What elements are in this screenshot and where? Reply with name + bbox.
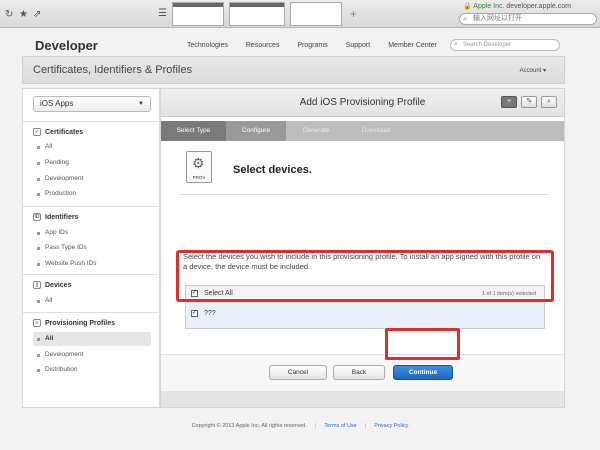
sidebar-item-app-ids[interactable]: App IDs (33, 226, 151, 240)
certificate-icon: ✓ (33, 128, 41, 136)
address-area: 🔒 Apple Inc. developer.apple.com ⌕ 输入网址以打… (455, 1, 600, 27)
cancel-button[interactable]: Cancel (269, 365, 327, 380)
nav-resources[interactable]: Resources (246, 42, 279, 49)
prov-label: PROV (192, 175, 206, 180)
nav-technologies[interactable]: Technologies (187, 42, 228, 49)
tab-thumbnail-3[interactable] (290, 2, 342, 26)
step-configure: Configure (226, 121, 286, 141)
section-heading: Select devices. (233, 164, 312, 176)
edit-icon[interactable]: ✎ (521, 96, 537, 108)
search-icon: ⌕ (463, 14, 468, 23)
step-select-type: Select Type (161, 121, 226, 141)
step-download: Download (361, 127, 391, 134)
sidebar-item-devices-all[interactable]: All (33, 294, 151, 308)
developer-logo[interactable]: Developer (30, 38, 98, 53)
page-title: Certificates, Identifiers & Profiles (33, 64, 192, 76)
sidebar-heading: Provisioning Profiles (45, 319, 116, 327)
step-generate: Generate (302, 127, 330, 134)
terms-link[interactable]: Terms of Use (324, 423, 356, 429)
device-list-highlight (176, 250, 554, 302)
bookmark-star-icon[interactable]: ★ (19, 9, 28, 20)
sidebar-item-pass-type-ids[interactable]: Pass Type IDs (33, 241, 151, 255)
profile-icon: ≡ (33, 319, 41, 327)
panel-header: Add iOS Provisioning Profile + ✎ ⌕ (161, 89, 564, 117)
privacy-link[interactable]: Privacy Policy (374, 423, 408, 429)
tab-thumbnail-2[interactable] (229, 2, 285, 26)
copyright-text: Copyright © 2013 Apple Inc. All rights r… (191, 423, 307, 429)
id-card-icon: ID (33, 213, 41, 221)
new-tab-icon[interactable]: + (350, 7, 357, 21)
sidebar-heading: Devices (45, 281, 72, 289)
nav-support[interactable]: Support (346, 42, 371, 49)
sidebar-item-certificates-pending[interactable]: Pending (33, 156, 151, 170)
continue-highlight (385, 328, 460, 360)
sidebar-item-website-push-ids[interactable]: Website Push IDs (33, 257, 151, 271)
sidebar-section-certificates: ✓ Certificates All Pending Development Pr… (23, 121, 161, 206)
search-icon: ⌕ (454, 41, 458, 48)
sidebar-item-profiles-all[interactable]: All (33, 332, 151, 346)
continue-button[interactable]: Continue (393, 365, 453, 380)
sidebar-item-certificates-development[interactable]: Development (33, 172, 151, 186)
page: Developer Technologies Resources Program… (0, 28, 600, 450)
site-identity: 🔒 Apple Inc. developer.apple.com (463, 3, 571, 10)
sidebar-heading: Certificates (45, 128, 84, 136)
account-menu[interactable]: Account ▾ (520, 67, 546, 74)
sidebar-section-provisioning: ≡ Provisioning Profiles All Development D… (23, 312, 161, 409)
section-titlebar: Certificates, Identifiers & Profiles Acc… (22, 56, 565, 84)
divider (179, 194, 549, 195)
top-navigation: Developer Technologies Resources Program… (22, 36, 578, 58)
sidebar-section-identifiers: ID Identifiers App IDs Pass Type IDs Webs… (23, 206, 161, 274)
reload-icon[interactable]: ↻ (5, 9, 13, 20)
sidebar-section-devices: ▯ Devices All (23, 274, 161, 312)
browser-toolbar: ↻ ★ ⇗ ☰ + 🔒 Apple Inc. developer.apple.c… (0, 0, 600, 28)
sidebar-item-certificates-production[interactable]: Production (33, 187, 151, 201)
device-checkbox[interactable]: ✓ (191, 310, 198, 317)
table-row[interactable]: ✓ ??? (186, 303, 544, 328)
sidebar-item-profiles-development[interactable]: Development (33, 348, 151, 362)
action-bar: Cancel Back Continue (161, 354, 564, 392)
main-panel: Add iOS Provisioning Profile + ✎ ⌕ Selec… (160, 88, 565, 408)
device-name: ??? (204, 310, 216, 317)
panel-bottom-bar (160, 391, 565, 408)
sidebar: iOS Apps ▼ ✓ Certificates All Pending Deve… (22, 88, 161, 409)
url-input[interactable]: ⌕ 输入网址以打开 (459, 13, 597, 25)
platform-select[interactable]: iOS Apps ▼ (33, 96, 151, 112)
footer: Copyright © 2013 Apple Inc. All rights r… (191, 423, 409, 429)
nav-member-center[interactable]: Member Center (388, 42, 437, 49)
sidebar-heading: Identifiers (45, 213, 79, 221)
sidebar-item-profiles-distribution[interactable]: Distribution (33, 363, 151, 377)
tab-overview-icon[interactable]: ☰ (158, 8, 167, 19)
nav-programs[interactable]: Programs (297, 42, 327, 49)
search-developer-input[interactable]: ⌕ Search Developer (450, 39, 560, 51)
gear-icon: ⚙ (192, 155, 205, 171)
back-button[interactable]: Back (333, 365, 385, 380)
search-icon[interactable]: ⌕ (541, 96, 557, 108)
wizard-steps: Select Type Configure Generate Download (161, 121, 564, 141)
share-icon[interactable]: ⇗ (33, 9, 41, 20)
nav-links: Technologies Resources Programs Support … (187, 42, 455, 49)
add-icon[interactable]: + (501, 96, 517, 108)
provisioning-profile-icon: ⚙ PROV (186, 151, 212, 183)
device-icon: ▯ (33, 281, 41, 289)
sidebar-item-certificates-all[interactable]: All (33, 140, 151, 154)
chevron-down-icon: ▼ (138, 101, 144, 107)
tab-thumbnail-1[interactable] (172, 2, 224, 26)
